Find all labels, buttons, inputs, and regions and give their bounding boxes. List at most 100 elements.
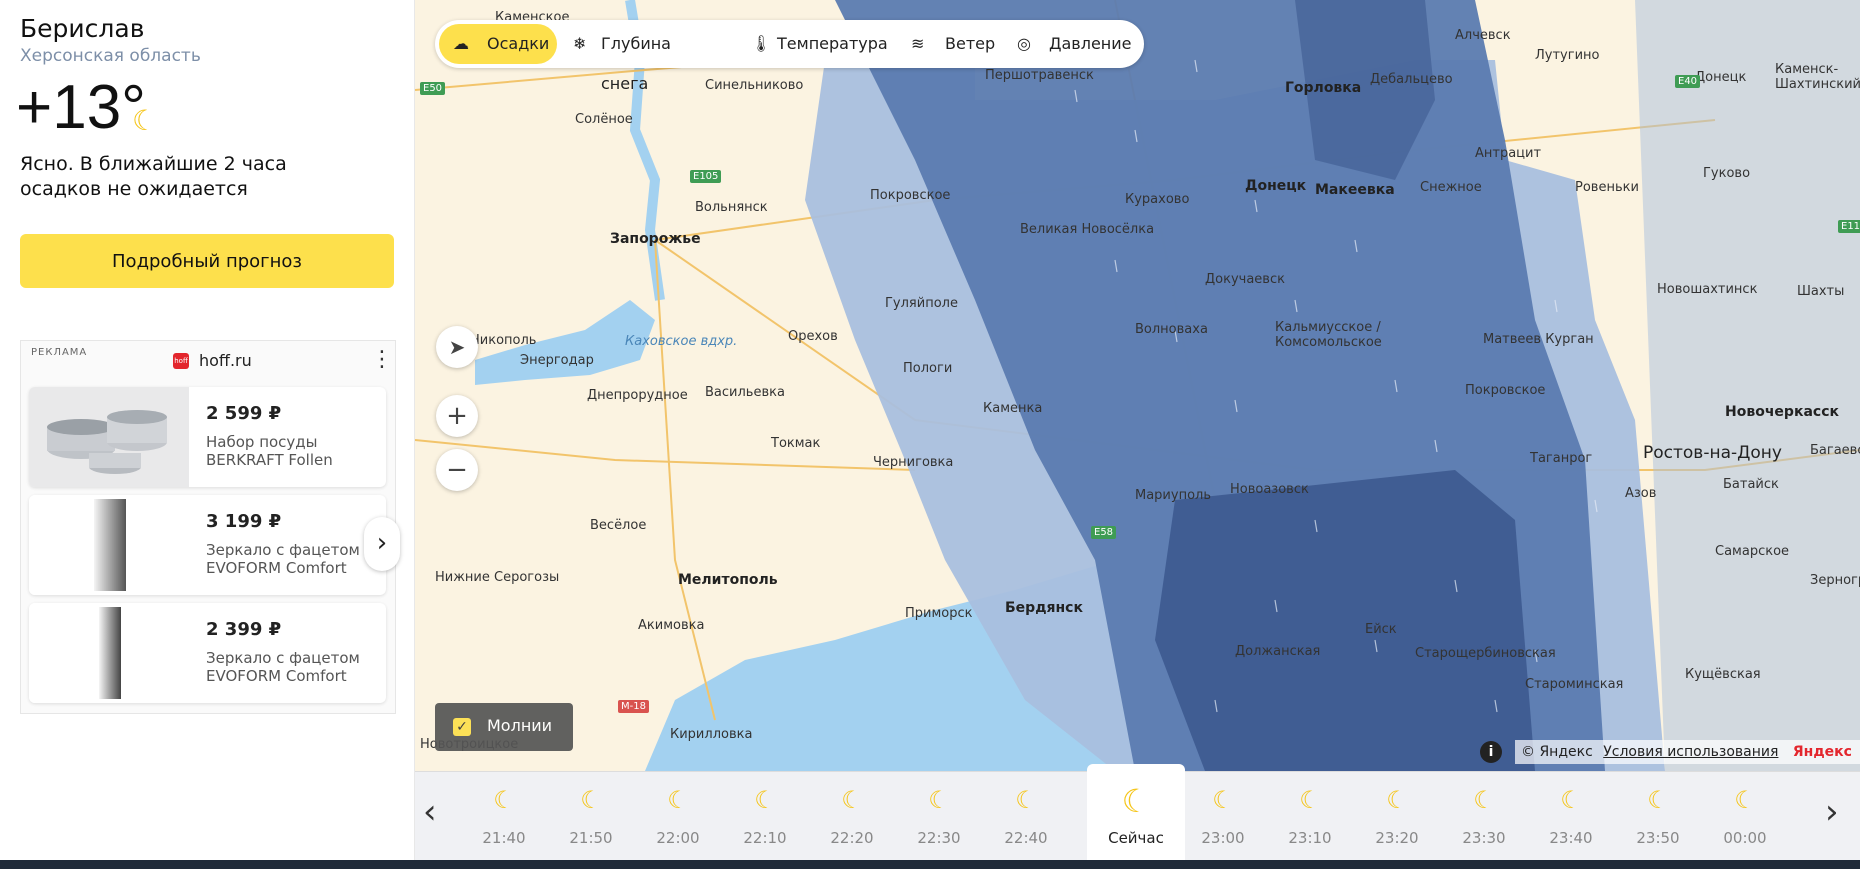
map-label: Приморск xyxy=(905,606,973,621)
map-label: Першотравенск xyxy=(985,68,1094,83)
snowflake-icon: ❄ xyxy=(573,34,587,53)
precipitation-map[interactable]: Каменское Синельниково Солёное Запорожье… xyxy=(415,0,1860,771)
layer-tab-pressure[interactable]: ◎ Давление xyxy=(1017,24,1137,64)
detailed-forecast-button[interactable]: Подробный прогноз xyxy=(20,234,394,288)
ad-site-link[interactable]: hoff.ru xyxy=(199,351,252,370)
map-label: Кущёвская xyxy=(1685,667,1761,682)
map-label: Великая Новосёлка xyxy=(1020,222,1155,237)
zoom-in-button[interactable]: + xyxy=(436,395,478,437)
product-price: 3 199 ₽ xyxy=(206,511,282,532)
map-label: Мелитополь xyxy=(678,572,778,588)
map-label: Черниговка xyxy=(873,455,954,470)
ad-product-card[interactable]: 3 199 ₽ Зеркало с фацетом EVOFORM Comfor… xyxy=(29,495,386,595)
timeline-slot[interactable]: ☾ 21:40 xyxy=(461,772,547,861)
moon-icon: ☾ xyxy=(1560,786,1582,814)
copyright-text: © Яндекс xyxy=(1521,744,1593,760)
map-label: Матвеев Курган xyxy=(1483,332,1594,347)
rain-cloud-icon: ☁ xyxy=(453,34,469,53)
map-label: Гуляйполе xyxy=(885,296,958,311)
map-label: Мариуполь xyxy=(1135,488,1212,503)
checkbox-checked-icon[interactable]: ✓ xyxy=(453,718,471,736)
zoom-out-button[interactable]: − xyxy=(436,449,478,491)
map-label: Курахово xyxy=(1125,192,1190,207)
layer-label: Осадки xyxy=(487,34,550,53)
city-name: Берислав xyxy=(20,14,145,43)
timeline-slot[interactable]: ☾ 22:10 xyxy=(722,772,808,861)
layer-label: Температура xyxy=(777,34,888,53)
layer-label: Ветер xyxy=(945,34,996,53)
navigation-arrow-icon: ➤ xyxy=(448,335,466,359)
layer-tab-snow-depth[interactable]: ❄ Глубина снега xyxy=(573,24,713,93)
map-label: Ейск xyxy=(1365,622,1397,637)
timeline-slot[interactable]: ☾ 21:50 xyxy=(548,772,634,861)
map-label: Горловка xyxy=(1285,80,1362,96)
map-label: Багаевская xyxy=(1810,443,1860,458)
timeline-slot[interactable]: ☾ 22:30 xyxy=(896,772,982,861)
layer-tab-precipitation[interactable]: ☁ Осадки xyxy=(439,24,557,64)
timeline-slot[interactable]: ☾ 22:20 xyxy=(809,772,895,861)
map-label: Энергодар xyxy=(520,353,594,368)
map-label: Васильевка xyxy=(705,385,785,400)
map-label: Новошахтинск xyxy=(1657,282,1758,297)
moon-icon: ☾ xyxy=(1212,786,1234,814)
moon-icon: ☾ xyxy=(1386,786,1408,814)
ad-product-card[interactable]: 2 599 ₽ Набор посуды BERKRAFT Follen xyxy=(29,387,386,487)
ad-block[interactable]: РЕКЛАМА hoff hoff.ru ⋮ 2 599 ₽ Набор пос… xyxy=(20,340,400,714)
map-label: Азов xyxy=(1625,486,1657,501)
map-label: Синельниково xyxy=(705,78,804,93)
timeline-slot[interactable]: ☾ 22:40 xyxy=(983,772,1069,861)
product-name: Зеркало с фацетом EVOFORM Comfort xyxy=(206,649,360,685)
plus-icon: + xyxy=(446,401,468,431)
map-label: Днепрорудное xyxy=(587,388,688,403)
moon-icon: ☾ xyxy=(493,786,515,814)
road-sign: E58 xyxy=(1091,526,1117,539)
map-label: Каховское вдхр. xyxy=(625,334,738,349)
layer-tab-temperature[interactable]: 🌡 Температура xyxy=(751,24,891,64)
product-price: 2 399 ₽ xyxy=(206,619,282,640)
terms-link[interactable]: Условия использования xyxy=(1603,744,1778,760)
ad-next-arrow-icon[interactable]: › xyxy=(364,517,400,571)
lightning-toggle[interactable]: ✓ Молнии xyxy=(435,703,573,751)
timeline-prev-icon[interactable]: ‹ xyxy=(423,792,437,832)
os-taskbar xyxy=(0,860,1860,869)
timeline-slot[interactable]: ☾ 23:10 xyxy=(1267,772,1353,861)
timeline-slot[interactable]: ☾ 23:50 xyxy=(1615,772,1701,861)
layer-label: Давление xyxy=(1049,34,1132,53)
more-options-icon[interactable]: ⋮ xyxy=(371,347,393,372)
slot-time: 22:40 xyxy=(1004,829,1048,847)
timeline-slot-now[interactable]: ☾ Сейчас xyxy=(1087,764,1185,861)
map-label: Донецк xyxy=(1695,70,1747,85)
wind-icon: ≋ xyxy=(911,34,925,53)
map-label: Таганрог xyxy=(1530,451,1593,466)
timeline-slot[interactable]: ☾ 23:40 xyxy=(1528,772,1614,861)
thermometer-icon: 🌡 xyxy=(751,34,772,53)
layer-label: Глубина снега xyxy=(601,34,671,93)
timeline-slot[interactable]: ☾ 23:30 xyxy=(1441,772,1527,861)
info-icon[interactable]: i xyxy=(1480,741,1502,763)
geolocation-button[interactable]: ➤ xyxy=(436,326,478,368)
moon-icon: ☾ xyxy=(1647,786,1669,814)
timeline-slot[interactable]: ☾ 00:00 xyxy=(1702,772,1788,861)
product-price: 2 599 ₽ xyxy=(206,403,282,424)
ad-product-card[interactable]: 2 399 ₽ Зеркало с фацетом EVOFORM Comfor… xyxy=(29,603,386,703)
timeline-next-icon[interactable]: › xyxy=(1825,792,1839,832)
slot-time: 23:20 xyxy=(1375,829,1419,847)
map-label: Старощербиновская xyxy=(1415,646,1556,661)
road-sign: M-18 xyxy=(618,700,649,713)
layer-tab-wind[interactable]: ≋ Ветер xyxy=(911,24,997,64)
timeline-slot[interactable]: ☾ 22:00 xyxy=(635,772,721,861)
current-temperature: +13° xyxy=(16,73,146,142)
product-name: Набор посуды BERKRAFT Follen xyxy=(206,433,333,469)
layer-switcher: ☁ Осадки ❄ Глубина снега 🌡 Температура ≋… xyxy=(435,20,1144,93)
slot-time: 23:00 xyxy=(1201,829,1245,847)
map-label: Токмак xyxy=(771,436,821,451)
slot-time: 00:00 xyxy=(1723,829,1767,847)
timeline: ‹ ☾ 21:40 ☾ 21:50 ☾ 22:00 ☾ 22:10 ☾ 22:20 ☾ 22… xyxy=(415,764,1860,861)
map-label: Пологи xyxy=(903,361,953,376)
timeline-slot[interactable]: ☾ 23:00 xyxy=(1180,772,1266,861)
region-name: Херсонская область xyxy=(20,46,201,66)
weather-condition: Ясно. В ближайшие 2 часа осадков не ожид… xyxy=(20,153,287,200)
timeline-slot[interactable]: ☾ 23:20 xyxy=(1354,772,1440,861)
map-label: Кирилловка xyxy=(670,727,753,742)
map-label: Запорожье xyxy=(610,231,701,247)
